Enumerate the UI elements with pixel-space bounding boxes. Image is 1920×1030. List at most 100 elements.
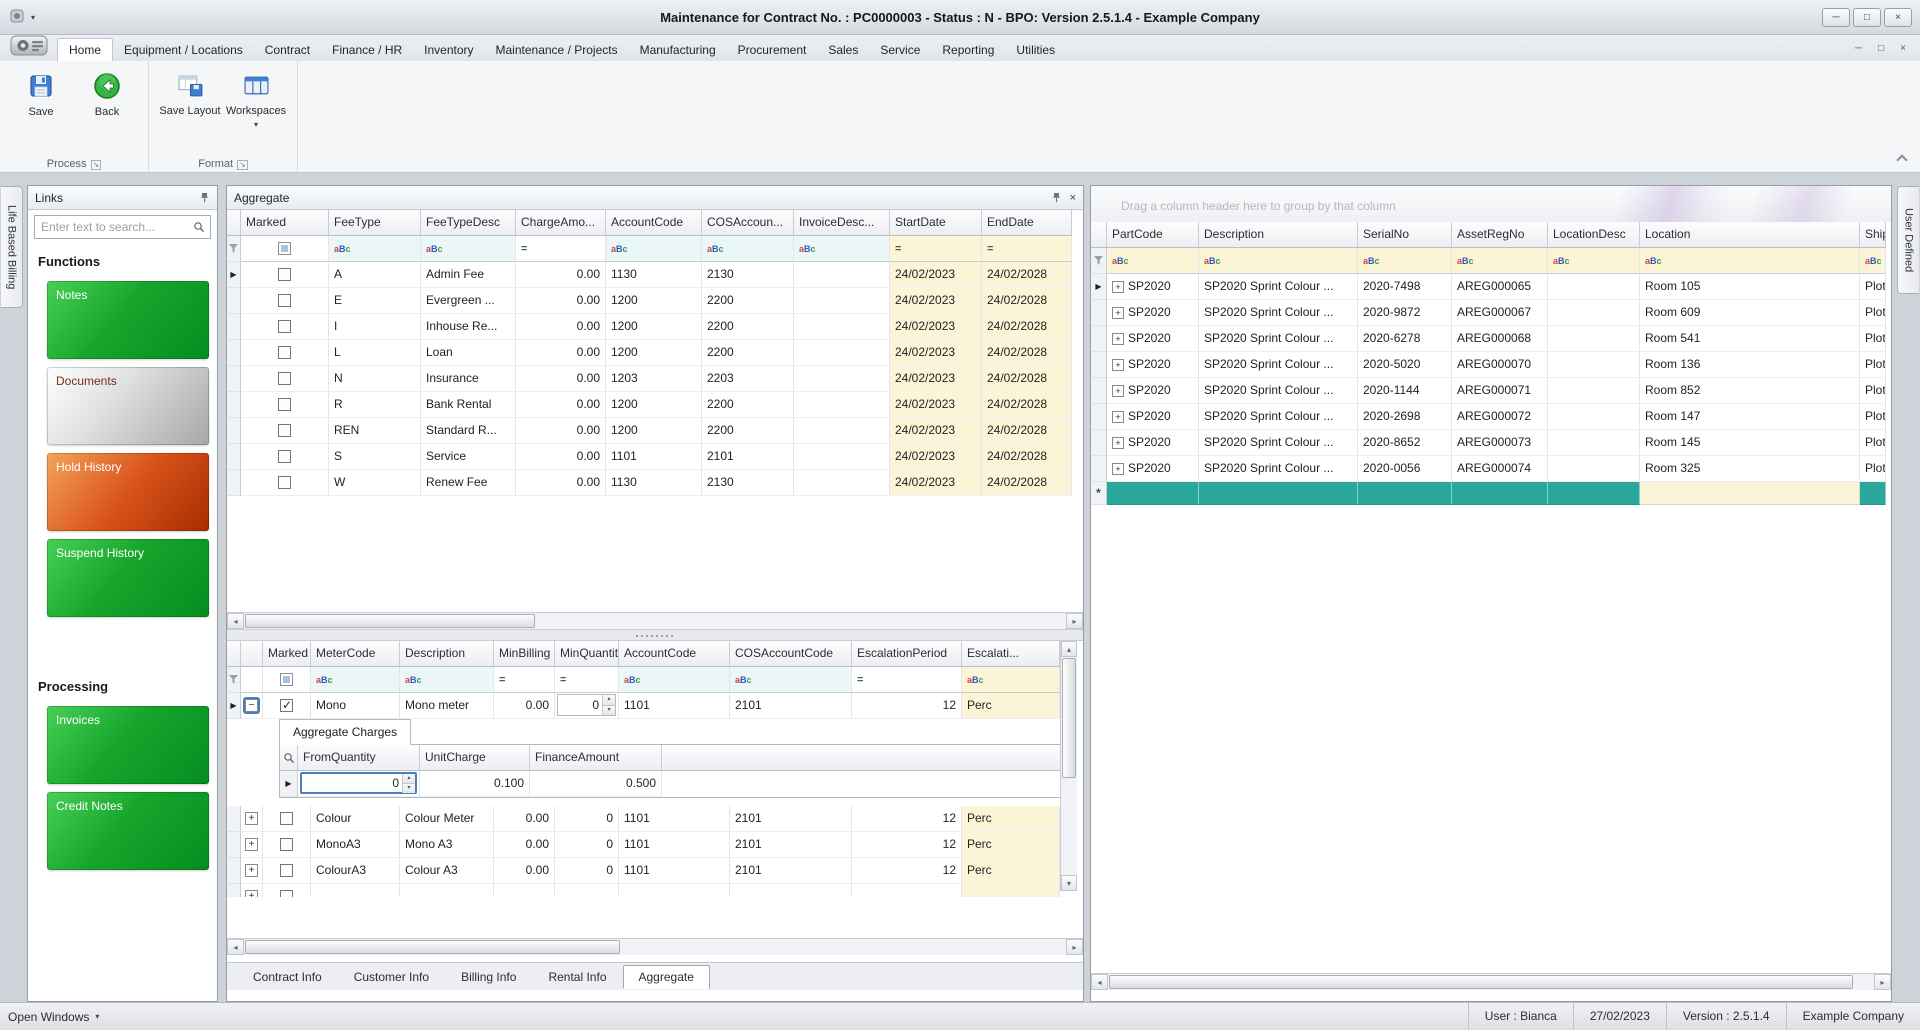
tab-contract-info[interactable]: Contract Info [237,965,338,989]
equipment-row[interactable]: + SP2020 SP2020 Sprint Colour ... 2020-0056… [1091,456,1891,482]
meter-cell-account_code[interactable]: 1101 [619,832,730,858]
filter-abc-icon[interactable]: aBc [1645,255,1662,267]
filter-cell-marked[interactable] [241,236,329,262]
workspaces-button[interactable]: Workspaces ▾ [223,68,289,133]
equipment-cell-part_code[interactable]: + SP2020 [1107,300,1199,326]
filter-cell-fee_type[interactable]: aBc [329,236,421,262]
filter-abc-icon[interactable]: aBc [1363,255,1380,267]
meter-cell-min_billing[interactable]: 0.00 [494,832,555,858]
from-quantity-editor[interactable]: 0 ▴ ▾ [300,772,417,794]
fee-cell-end_date[interactable]: 24/02/2028 [982,392,1072,418]
equipment-cell-ship[interactable]: Plot [1860,352,1886,378]
quick-access-dropdown-icon[interactable]: ▾ [31,13,35,22]
expand-button[interactable]: + [1112,436,1124,449]
fee-cell-fee_type[interactable]: R [329,392,421,418]
row-checkbox[interactable] [278,398,291,411]
open-windows-button[interactable]: Open Windows ▾ [0,1010,107,1024]
meter-cell-escalation_period[interactable]: 12 [852,806,962,832]
column-header-marked[interactable]: Marked [263,641,311,667]
fee-cell-marked[interactable] [241,314,329,340]
fee-cell-account_code[interactable]: 1200 [606,340,702,366]
column-header-escalationperiod[interactable]: EscalationPeriod [852,641,962,667]
equipment-cell-serial_no[interactable]: 2020-5020 [1358,352,1452,378]
fee-cell-invoice_desc[interactable] [794,288,890,314]
equipment-row[interactable]: + SP2020 SP2020 Sprint Colour ... 2020-8652… [1091,430,1891,456]
fee-cell-fee_type_desc[interactable]: Admin Fee [421,262,516,288]
column-header-locationdesc[interactable]: LocationDesc [1548,222,1640,248]
dock-tab-user-defined[interactable]: User Defined [1897,186,1919,294]
filter-abc-icon[interactable]: aBc [967,674,984,686]
filter-cell-start_date[interactable]: = [890,236,982,262]
meter-cell-marked[interactable] [263,806,311,832]
filter-abc-icon[interactable]: aBc [426,243,443,255]
expand-button[interactable]: − [245,699,258,712]
fee-row[interactable]: S Service 0.00 1101 2101 24/02/2023 24/02/2028 [227,444,1072,470]
fee-cell-cos_account[interactable]: 2101 [702,444,794,470]
column-header-minquantity[interactable]: MinQuantity [555,641,619,667]
meter-cell-escalation_period[interactable]: 12 [852,858,962,884]
equipment-row[interactable]: + SP2020 SP2020 Sprint Colour ... 2020-1144… [1091,378,1891,404]
horizontal-scrollbar[interactable]: ◂ ▸ [227,612,1083,629]
equipment-cell-location[interactable]: Room 136 [1640,352,1860,378]
link-button-suspend-history[interactable]: Suspend History [47,539,209,617]
spin-down-icon[interactable]: ▾ [402,784,415,793]
meter-cell-min_billing[interactable]: 0.00 [494,806,555,832]
fee-cell-cos_account[interactable]: 2203 [702,366,794,392]
expand-button[interactable]: + [245,812,258,825]
meter-cell-meter_code[interactable]: Colour [311,806,400,832]
fee-cell-fee_type_desc[interactable]: Inhouse Re... [421,314,516,340]
search-input[interactable] [35,220,188,234]
group-by-bar[interactable]: Drag a column header here to group by th… [1091,186,1891,222]
expand-button[interactable]: + [1112,384,1124,397]
fee-cell-end_date[interactable]: 24/02/2028 [982,314,1072,340]
grid-splitter[interactable] [227,629,1083,641]
equipment-cell-serial_no[interactable]: 2020-6278 [1358,326,1452,352]
row-checkbox[interactable] [280,890,293,897]
fee-cell-invoice_desc[interactable] [794,470,890,496]
row-checkbox[interactable] [278,346,291,359]
meter-cell-description[interactable]: Colour Meter [400,806,494,832]
fee-cell-start_date[interactable]: 24/02/2023 [890,288,982,314]
filter-abc-icon[interactable]: aBc [624,674,641,686]
search-icon[interactable] [193,221,205,233]
tab-billing-info[interactable]: Billing Info [445,965,532,989]
spin-down-icon[interactable]: ▾ [602,705,615,715]
equipment-cell-part_code[interactable]: + SP2020 [1107,274,1199,300]
fee-cell-charge_amount[interactable]: 0.00 [516,262,606,288]
filter-cell-marked[interactable] [263,667,311,693]
expand-button[interactable]: + [1112,306,1124,319]
filter-cell-charge_amount[interactable]: = [516,236,606,262]
filter-abc-icon[interactable]: aBc [334,243,351,255]
equipment-cell-asset_reg_no[interactable]: AREG000071 [1452,378,1548,404]
filter-equals-icon[interactable]: = [987,243,993,255]
filter-equals-icon[interactable]: = [521,243,527,255]
equipment-cell-description[interactable]: SP2020 Sprint Colour ... [1199,326,1358,352]
equipment-cell-description[interactable]: SP2020 Sprint Colour ... [1199,430,1358,456]
fee-row[interactable]: E Evergreen ... 0.00 1200 2200 24/02/2023 24/0… [227,288,1072,314]
fee-cell-account_code[interactable]: 1200 [606,314,702,340]
column-header-minbilling[interactable]: MinBilling [494,641,555,667]
equipment-cell-serial_no[interactable]: 2020-9872 [1358,300,1452,326]
fee-cell-account_code[interactable]: 1200 [606,392,702,418]
filter-equals-icon[interactable]: = [560,674,566,686]
equipment-cell-location_desc[interactable] [1548,300,1640,326]
ribbon-tab-finance-hr[interactable]: Finance / HR [321,39,413,61]
fee-cell-account_code[interactable]: 1200 [606,288,702,314]
filter-abc-icon[interactable]: aBc [1204,255,1221,267]
fee-cell-end_date[interactable]: 24/02/2028 [982,470,1072,496]
new-row-cell-location[interactable] [1640,482,1860,505]
fee-cell-account_code[interactable]: 1200 [606,418,702,444]
equipment-cell-location[interactable]: Room 609 [1640,300,1860,326]
filter-abc-icon[interactable]: aBc [405,674,422,686]
equipment-cell-asset_reg_no[interactable]: AREG000070 [1452,352,1548,378]
meter-cell-min_quantity[interactable]: 0 [555,858,619,884]
column-header-feetype[interactable]: FeeType [329,210,421,236]
ribbon-tab-maintenance-projects[interactable]: Maintenance / Projects [485,39,629,61]
column-header-marked[interactable]: Marked [241,210,329,236]
equipment-cell-asset_reg_no[interactable]: AREG000072 [1452,404,1548,430]
fee-cell-marked[interactable] [241,444,329,470]
fee-cell-fee_type[interactable]: L [329,340,421,366]
filter-cell-min_quantity[interactable]: = [555,667,619,693]
fee-cell-start_date[interactable]: 24/02/2023 [890,444,982,470]
meter-cell-escalation_period[interactable]: 12 [852,693,962,719]
